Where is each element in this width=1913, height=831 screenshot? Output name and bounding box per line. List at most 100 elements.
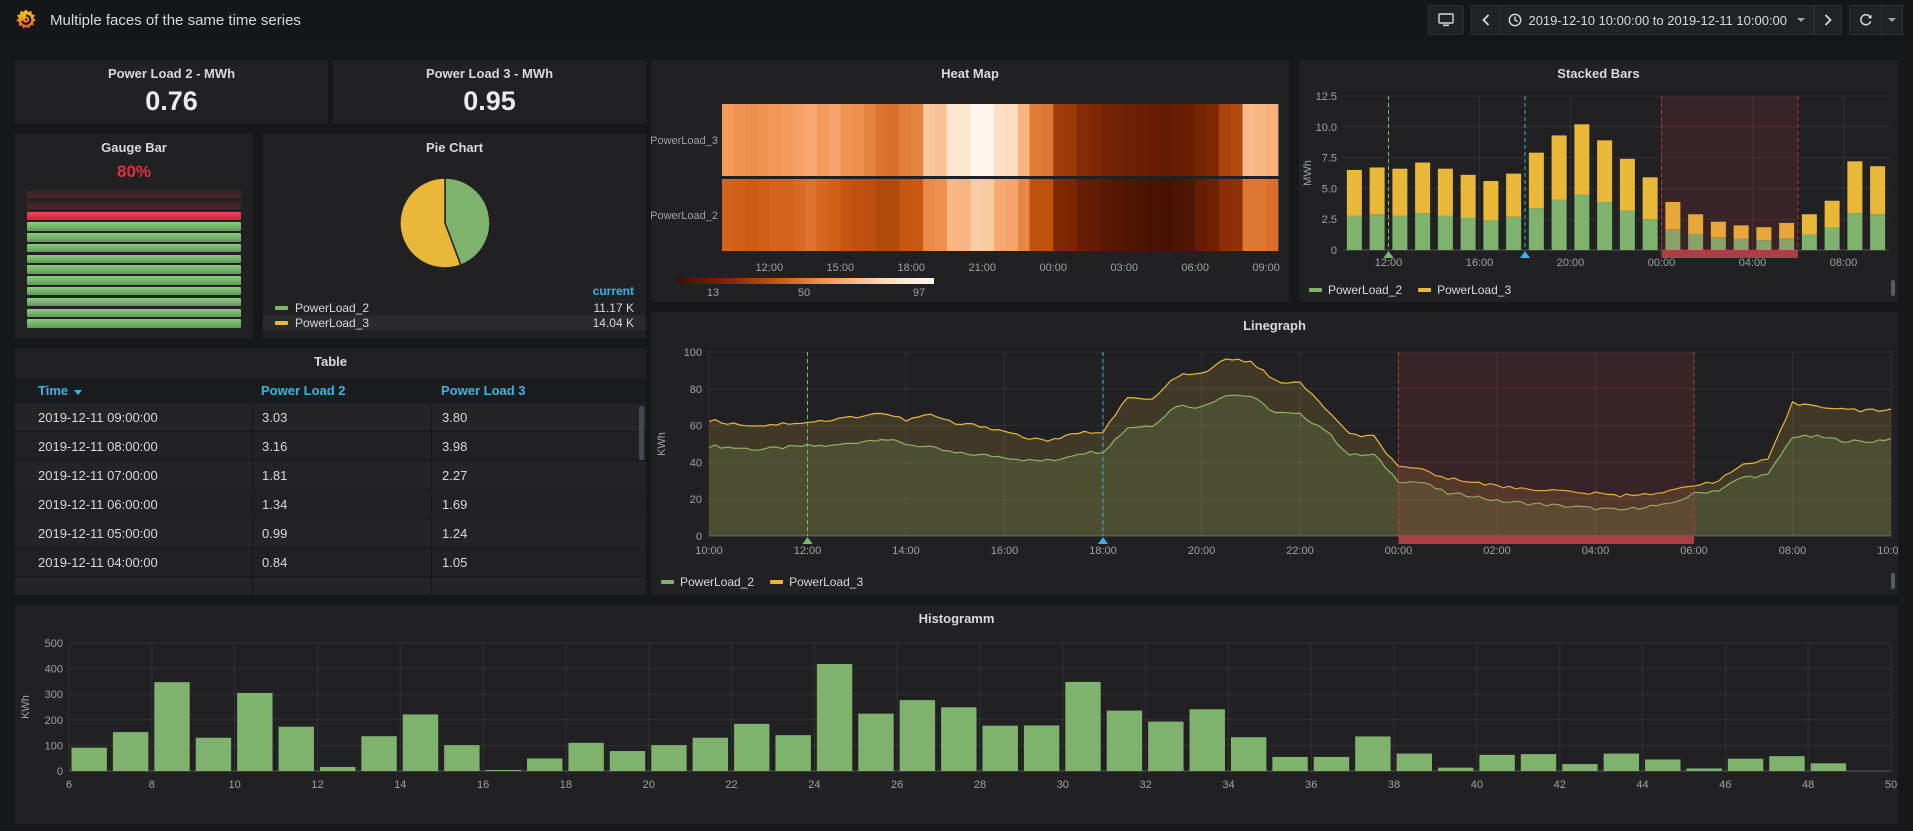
heatmap-cell[interactable] — [899, 104, 911, 176]
heatmap-cell[interactable] — [935, 179, 947, 251]
histogram-bar[interactable] — [1190, 709, 1225, 771]
bar-powerload2[interactable] — [1461, 218, 1476, 250]
heatmap-cell[interactable] — [769, 179, 781, 251]
time-forward-button[interactable] — [1814, 5, 1842, 35]
histogram-bar[interactable] — [693, 738, 728, 771]
panel-title[interactable]: Gauge Bar — [15, 140, 253, 155]
legend-item-PowerLoad_3[interactable]: PowerLoad_3 — [770, 575, 863, 589]
histogram-bar[interactable] — [113, 732, 148, 771]
annotation-region[interactable] — [1399, 352, 1695, 536]
histogram-bar[interactable] — [651, 745, 686, 771]
heatmap-cell[interactable] — [864, 179, 876, 251]
heatmap-cell[interactable] — [923, 104, 935, 176]
heatmap-cell[interactable] — [1219, 179, 1231, 251]
bar-powerload2[interactable] — [1370, 214, 1385, 250]
histogram-bar[interactable] — [610, 751, 645, 771]
heatmap-cell[interactable] — [828, 179, 840, 251]
heatmap-cell[interactable] — [1101, 104, 1113, 176]
heatmap-cell[interactable] — [1053, 104, 1065, 176]
table-column-header-power-load-2[interactable]: Power Load 2 — [252, 378, 431, 403]
legend-item-PowerLoad_3[interactable]: PowerLoad_3 — [1418, 283, 1511, 297]
histogram-bar[interactable] — [1231, 737, 1266, 771]
histogram-bar[interactable] — [1438, 768, 1473, 771]
heatmap-cell[interactable] — [959, 179, 971, 251]
heatmap-cell[interactable] — [1195, 179, 1207, 251]
heatmap-cell[interactable] — [876, 179, 888, 251]
bar-powerload3[interactable] — [1438, 169, 1453, 216]
heatmap-cell[interactable] — [1136, 179, 1148, 251]
annotation-region[interactable] — [1662, 96, 1799, 250]
heatmap-cell[interactable] — [1148, 179, 1160, 251]
histogram-bar[interactable] — [568, 743, 603, 771]
heatmap-cell[interactable] — [994, 179, 1006, 251]
heatmap-cell[interactable] — [1183, 104, 1195, 176]
bar-powerload3[interactable] — [1847, 161, 1862, 213]
histogram-bar[interactable] — [1148, 722, 1183, 771]
bar-powerload2[interactable] — [1438, 216, 1453, 250]
heatmap-cell[interactable] — [1219, 104, 1231, 176]
heatmap-cell[interactable] — [947, 104, 959, 176]
heatmap-cell[interactable] — [1077, 179, 1089, 251]
heatmap-cell[interactable] — [722, 179, 734, 251]
histogram-bar[interactable] — [196, 738, 231, 771]
histogram-bar[interactable] — [1024, 725, 1059, 771]
annotation-region-strip[interactable] — [1399, 536, 1695, 544]
line-chart[interactable]: 10080604020010:0012:0014:0016:0018:0020:… — [651, 312, 1898, 566]
panel-title[interactable]: Pie Chart — [263, 140, 646, 155]
heatmap-cell[interactable] — [864, 104, 876, 176]
bar-powerload2[interactable] — [1847, 213, 1862, 250]
bar-powerload3[interactable] — [1392, 169, 1407, 216]
annotation-marker-icon[interactable] — [1098, 537, 1108, 544]
heatmap-cell[interactable] — [734, 179, 746, 251]
histogram-bar[interactable] — [858, 714, 893, 771]
heatmap-cell[interactable] — [817, 179, 829, 251]
heatmap-cell[interactable] — [1266, 179, 1278, 251]
heatmap-cell[interactable] — [840, 179, 852, 251]
histogram-bar[interactable] — [1355, 736, 1390, 771]
heatmap-cell[interactable] — [1172, 104, 1184, 176]
scrollbar-thumb[interactable] — [1891, 280, 1895, 296]
histogram-bar[interactable] — [1107, 711, 1142, 771]
heatmap-cell[interactable] — [781, 179, 793, 251]
time-range-picker[interactable]: 2019-12-10 10:00:00 to 2019-12-11 10:00:… — [1499, 5, 1814, 35]
histogram-bar[interactable] — [817, 664, 852, 771]
heatmap-cell[interactable] — [734, 104, 746, 176]
histogram-bar[interactable] — [361, 736, 396, 771]
bar-powerload3[interactable] — [1483, 181, 1498, 220]
stacked-bar-chart[interactable]: 12.510.07.55.02.5012:0016:0020:0000:0004… — [1299, 60, 1898, 278]
histogram-bar[interactable] — [983, 726, 1018, 771]
histogram-bar[interactable] — [1314, 757, 1349, 771]
heatmap-cell[interactable] — [876, 104, 888, 176]
heatmap-cell[interactable] — [1207, 104, 1219, 176]
heatmap-cell[interactable] — [1254, 104, 1266, 176]
heatmap-cell[interactable] — [852, 179, 864, 251]
table-column-header-power-load-3[interactable]: Power Load 3 — [431, 378, 646, 403]
heatmap-cell[interactable] — [757, 179, 769, 251]
heatmap-cell[interactable] — [899, 179, 911, 251]
histogram-bar[interactable] — [775, 735, 810, 771]
heatmap-cell[interactable] — [722, 104, 734, 176]
bar-powerload3[interactable] — [1597, 140, 1612, 202]
heatmap-cell[interactable] — [1254, 179, 1266, 251]
heatmap-cell[interactable] — [982, 179, 994, 251]
histogram-bar[interactable] — [1769, 756, 1804, 771]
histogram-bar[interactable] — [900, 700, 935, 771]
legend-column-header[interactable]: current — [263, 284, 646, 300]
heatmap-cell[interactable] — [1243, 104, 1255, 176]
annotation-marker-icon[interactable] — [803, 537, 813, 544]
bar-powerload3[interactable] — [1825, 201, 1840, 228]
heatmap-cell[interactable] — [970, 104, 982, 176]
bar-powerload2[interactable] — [1597, 202, 1612, 250]
table-column-header-time[interactable]: Time — [15, 383, 252, 398]
heatmap-cell[interactable] — [1018, 179, 1030, 251]
heatmap-cell[interactable] — [769, 104, 781, 176]
heatmap-cell[interactable] — [947, 179, 959, 251]
bar-powerload3[interactable] — [1574, 124, 1589, 194]
heatmap-cell[interactable] — [746, 104, 758, 176]
bar-powerload3[interactable] — [1870, 166, 1885, 214]
histogram-bar[interactable] — [1272, 757, 1307, 771]
bar-powerload2[interactable] — [1483, 220, 1498, 250]
heatmap-cell[interactable] — [1112, 179, 1124, 251]
histogram-bar[interactable] — [1521, 754, 1556, 771]
heatmap-cell[interactable] — [1195, 104, 1207, 176]
